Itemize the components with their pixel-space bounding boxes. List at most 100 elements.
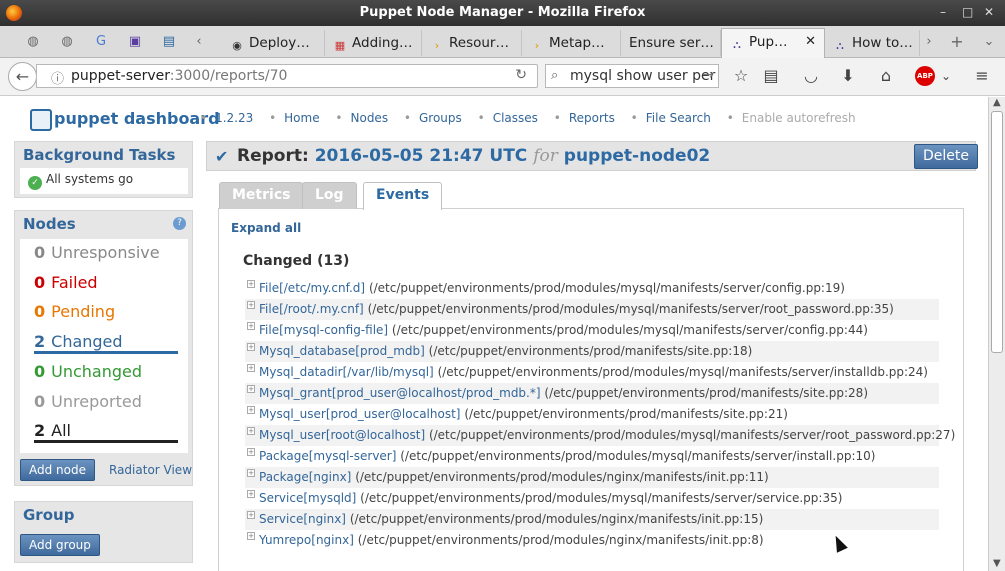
tab-list-icon[interactable]: ⌄ bbox=[980, 33, 998, 51]
reading-list-icon[interactable]: ▤ bbox=[761, 66, 781, 86]
event-source-path: (/etc/puppet/environments/prod/modules/m… bbox=[367, 302, 894, 316]
radiator-view-link[interactable]: Radiator View bbox=[109, 463, 192, 477]
close-tab-icon[interactable]: ✕ bbox=[805, 34, 816, 49]
nodes-title[interactable]: Nodes bbox=[15, 211, 192, 237]
search-input[interactable]: ⌕ mysql show user per → bbox=[545, 64, 719, 88]
tab-label: Deploy… bbox=[249, 35, 310, 51]
bookmark-star-icon[interactable]: ☆ bbox=[731, 66, 751, 86]
event-row: + File[/etc/my.cnf.d] (/etc/puppet/enviro… bbox=[245, 278, 939, 299]
tab-events[interactable]: Events bbox=[363, 182, 443, 210]
minimize-icon[interactable]: – bbox=[940, 5, 946, 19]
expand-plus-icon[interactable]: + bbox=[247, 469, 255, 477]
pinned-tab-purple-icon[interactable]: ▣ bbox=[126, 33, 144, 51]
background-tasks-title[interactable]: Background Tasks bbox=[15, 142, 192, 168]
event-source-path: (/etc/puppet/environments/prod/modules/m… bbox=[400, 449, 876, 463]
page-scrollbar[interactable]: ▲ ▼ bbox=[988, 97, 1005, 571]
browser-tab[interactable]: ⛬ Pup… ✕ bbox=[721, 28, 825, 58]
report-node-link[interactable]: puppet-node02 bbox=[564, 146, 710, 166]
new-tab-icon[interactable]: + bbox=[948, 33, 966, 51]
event-resource-link[interactable]: File[mysql-config-file] bbox=[259, 323, 388, 337]
downloads-icon[interactable]: ⬇ bbox=[838, 66, 858, 86]
delete-button[interactable]: Delete bbox=[914, 144, 978, 169]
browser-tab[interactable]: ◉ Deploy… bbox=[222, 30, 325, 56]
tabs-scroll-left-icon[interactable]: ‹ bbox=[190, 33, 208, 51]
scroll-down-icon[interactable]: ▼ bbox=[993, 558, 1001, 569]
browser-tab[interactable]: › Metap… bbox=[522, 30, 621, 56]
tab-log[interactable]: Log bbox=[302, 182, 357, 209]
back-button[interactable]: ← bbox=[8, 62, 37, 91]
event-resource-link[interactable]: Yumrepo[nginx] bbox=[259, 533, 354, 547]
node-status-unresponsive[interactable]: 0 Unresponsive bbox=[34, 243, 160, 262]
event-resource-link[interactable]: Mysql_user[root@localhost] bbox=[259, 428, 425, 442]
pocket-icon[interactable]: ◡ bbox=[801, 66, 821, 86]
event-resource-link[interactable]: Package[mysql-server] bbox=[259, 449, 396, 463]
pinned-tab-globe-icon[interactable]: ◍ bbox=[24, 33, 42, 51]
nav-link-nodes[interactable]: Nodes bbox=[351, 111, 389, 125]
autorefresh-link[interactable]: Enable autorefresh bbox=[742, 111, 856, 125]
node-status-changed[interactable]: 2 Changed bbox=[34, 332, 178, 355]
expand-plus-icon[interactable]: + bbox=[247, 343, 255, 351]
node-status-all[interactable]: 2 All bbox=[34, 421, 178, 444]
pinned-tab-translate-icon[interactable]: G bbox=[92, 33, 110, 51]
search-go-icon[interactable]: → bbox=[702, 67, 714, 83]
scroll-up-icon[interactable]: ▲ bbox=[993, 97, 1001, 108]
event-resource-link[interactable]: File[/etc/my.cnf.d] bbox=[259, 281, 365, 295]
adblock-menu-icon[interactable]: ⌄ bbox=[936, 66, 956, 86]
event-resource-link[interactable]: Mysql_datadir[/var/lib/mysql] bbox=[259, 365, 434, 379]
expand-plus-icon[interactable]: + bbox=[247, 406, 255, 414]
expand-plus-icon[interactable]: + bbox=[247, 448, 255, 456]
event-resource-link[interactable]: Mysql_user[prod_user@localhost] bbox=[259, 407, 460, 421]
adblock-icon[interactable]: ABP bbox=[915, 66, 935, 86]
expand-all-link[interactable]: Expand all bbox=[231, 221, 301, 235]
browser-tab[interactable]: ▦ Adding… bbox=[325, 30, 422, 56]
pinned-tab-blue-icon[interactable]: ▤ bbox=[160, 33, 178, 51]
event-resource-link[interactable]: Mysql_grant[prod_user@localhost/prod_mdb… bbox=[259, 386, 541, 400]
add-group-button[interactable]: Add group bbox=[20, 534, 100, 556]
node-status-unchanged[interactable]: 0 Unchanged bbox=[34, 362, 142, 381]
tabs-scroll-right-icon[interactable]: › bbox=[920, 33, 938, 51]
expand-plus-icon[interactable]: + bbox=[247, 301, 255, 309]
nav-link-reports[interactable]: Reports bbox=[569, 111, 615, 125]
event-resource-link[interactable]: Service[mysqld] bbox=[259, 491, 356, 505]
close-window-icon[interactable]: ✕ bbox=[984, 5, 994, 19]
group-title[interactable]: Group bbox=[15, 502, 192, 528]
expand-plus-icon[interactable]: + bbox=[247, 364, 255, 372]
expand-plus-icon[interactable]: + bbox=[247, 322, 255, 330]
maximize-icon[interactable]: □ bbox=[962, 5, 973, 19]
expand-plus-icon[interactable]: + bbox=[247, 427, 255, 435]
reload-icon[interactable]: ↻ bbox=[515, 67, 527, 83]
expand-plus-icon[interactable]: + bbox=[247, 280, 255, 288]
url-bar[interactable]: ⓘ puppet-server:3000/reports/70 ↻ bbox=[36, 64, 538, 88]
browser-tab[interactable]: Ensure ser… bbox=[621, 30, 721, 56]
help-icon[interactable]: ? bbox=[173, 217, 186, 230]
puppet-logo-icon bbox=[30, 109, 52, 131]
expand-plus-icon[interactable]: + bbox=[247, 385, 255, 393]
scrollbar-thumb[interactable] bbox=[991, 111, 1003, 353]
report-datetime-link[interactable]: 2016-05-05 21:47 UTC bbox=[315, 146, 528, 166]
browser-tab[interactable]: › Resour… bbox=[422, 30, 522, 56]
node-status-failed[interactable]: 0 Failed bbox=[34, 273, 98, 292]
event-resource-link[interactable]: Package[nginx] bbox=[259, 470, 351, 484]
version-link[interactable]: 1.2.23 bbox=[215, 111, 253, 125]
node-status-count: 0 bbox=[34, 302, 46, 322]
home-icon[interactable]: ⌂ bbox=[876, 66, 896, 86]
tab-metrics[interactable]: Metrics bbox=[219, 182, 304, 209]
expand-plus-icon[interactable]: + bbox=[247, 532, 255, 540]
nav-link-classes[interactable]: Classes bbox=[493, 111, 538, 125]
node-status-pending[interactable]: 0 Pending bbox=[34, 302, 115, 321]
nav-link-file-search[interactable]: File Search bbox=[646, 111, 711, 125]
background-status: All systems go bbox=[46, 172, 134, 186]
add-node-button[interactable]: Add node bbox=[20, 459, 95, 481]
nav-link-groups[interactable]: Groups bbox=[419, 111, 462, 125]
pinned-tab-globe-icon[interactable]: ◍ bbox=[58, 33, 76, 51]
node-status-unreported[interactable]: 0 Unreported bbox=[34, 392, 142, 411]
expand-plus-icon[interactable]: + bbox=[247, 490, 255, 498]
nav-link-home[interactable]: Home bbox=[284, 111, 319, 125]
hamburger-menu-icon[interactable]: ≡ bbox=[972, 66, 992, 86]
event-resource-link[interactable]: Mysql_database[prod_mdb] bbox=[259, 344, 425, 358]
site-info-icon[interactable]: ⓘ bbox=[51, 68, 64, 87]
browser-tab[interactable]: ⛬ How to… bbox=[825, 30, 920, 56]
expand-plus-icon[interactable]: + bbox=[247, 511, 255, 519]
event-resource-link[interactable]: Service[nginx] bbox=[259, 512, 346, 526]
event-resource-link[interactable]: File[/root/.my.cnf] bbox=[259, 302, 364, 316]
